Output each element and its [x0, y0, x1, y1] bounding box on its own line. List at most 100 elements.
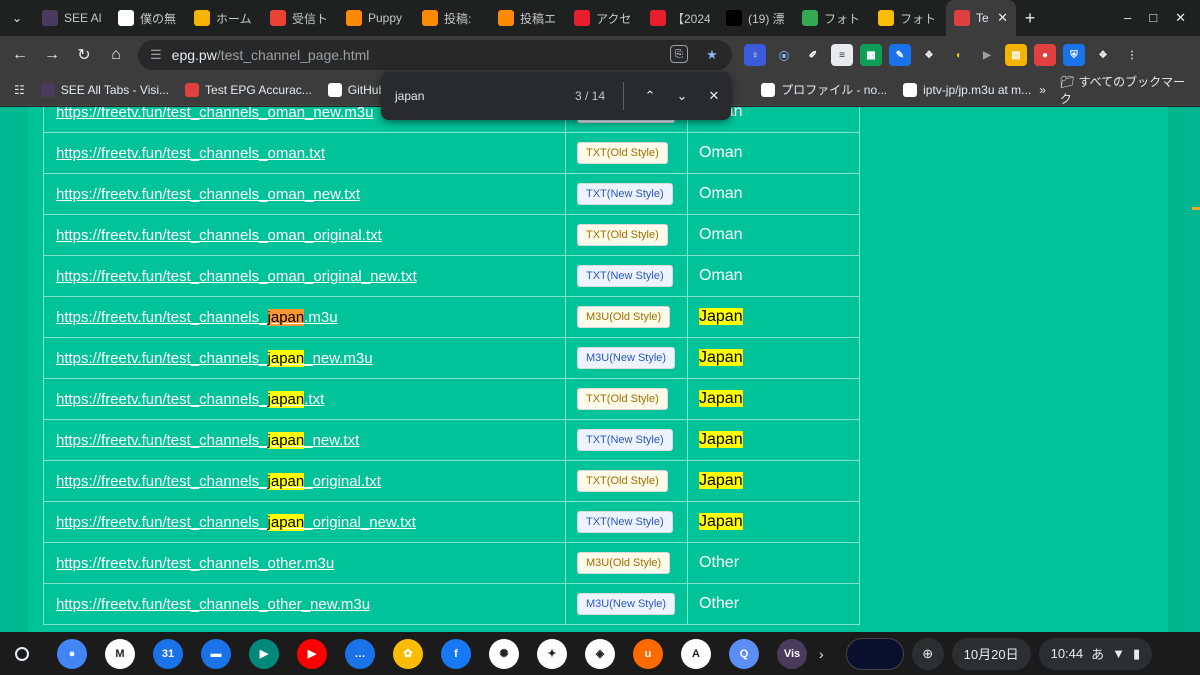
all-bookmarks-folder[interactable]: 📁︎ すべてのブックマーク [1060, 73, 1188, 107]
tab-7[interactable]: 投稿エ [490, 0, 566, 36]
tab-10[interactable]: (19) 漂 [718, 0, 794, 36]
facebook-icon[interactable]: f [441, 638, 471, 669]
extensions-puzzle-icon[interactable]: ❖ [1092, 44, 1114, 66]
maximize-icon[interactable]: □ [1149, 10, 1157, 26]
channel-link[interactable]: https://freetv.fun/test_channels_japan.m… [56, 308, 338, 326]
notify-extension-icon[interactable]: ● [1034, 44, 1056, 66]
app-glyph: ▶ [259, 648, 269, 660]
u-icon[interactable]: u [633, 638, 663, 669]
minimize-icon[interactable]: – [1124, 10, 1131, 26]
url-cell: https://freetv.fun/test_channels_oman.tx… [43, 132, 566, 174]
app-glyph: … [354, 647, 366, 660]
calendar-icon[interactable]: 31 [153, 638, 183, 669]
shelf-overflow-chevron-icon[interactable]: › [819, 646, 824, 662]
messages-icon[interactable]: … [345, 638, 375, 669]
find-close-icon[interactable]: ✕ [698, 88, 730, 104]
gmail-icon[interactable]: M [105, 638, 135, 669]
pacman-extension-icon[interactable]: ◖ [947, 44, 969, 66]
dropper-extension-icon[interactable]: ✐ [802, 44, 824, 66]
add-desk-icon[interactable]: ⊕ [911, 637, 944, 670]
forward-icon[interactable]: → [36, 39, 68, 71]
tab-8[interactable]: アクセ [566, 0, 642, 36]
tab-1[interactable]: SEE All [34, 0, 110, 36]
accessibility-extension-icon[interactable]: ♀ [744, 44, 766, 66]
channel-link[interactable]: https://freetv.fun/test_channels_other_n… [56, 596, 370, 613]
channel-link[interactable]: https://freetv.fun/test_channels_oman_ne… [56, 107, 373, 121]
toolbar: ← → ↻ ⌂ ☰ epg.pw/test_channel_page.html … [0, 36, 1200, 74]
shield-extension-icon[interactable]: ⛨ [1063, 44, 1085, 66]
clipboard-extension-icon[interactable]: ▤ [1005, 44, 1027, 66]
tab-label: Puppy [368, 11, 403, 25]
wifi-extension-icon[interactable]: ⦿ [773, 44, 795, 66]
channel-link[interactable]: https://freetv.fun/test_channels_japan_n… [56, 349, 373, 367]
channel-link[interactable]: https://freetv.fun/test_channels_japan_o… [56, 472, 381, 490]
tab-4[interactable]: 受信ト [262, 0, 338, 36]
bookmark-1[interactable]: SEE All Tabs - Visi... [33, 82, 177, 97]
channel-link[interactable]: https://freetv.fun/test_channels_japan_o… [56, 513, 416, 531]
media-thumbnail[interactable] [845, 637, 904, 670]
tab-3[interactable]: ホーム [186, 0, 262, 36]
app-icon[interactable]: ◈ [585, 638, 615, 669]
more-menu-icon[interactable]: ⋮ [1121, 44, 1143, 66]
bookmark-4[interactable]: プロファイル - no... [753, 81, 895, 98]
home-icon[interactable]: ⌂ [100, 39, 132, 71]
channel-link[interactable]: https://freetv.fun/test_channels_oman_or… [56, 268, 417, 285]
link-text-start: https://freetv.fun/test_channels_oman_or… [56, 226, 382, 244]
close-window-icon[interactable]: ✕ [1175, 10, 1186, 26]
new-tab-button[interactable]: + [1016, 8, 1044, 29]
play-extension-icon[interactable]: ▶ [976, 44, 998, 66]
tab-2[interactable]: 僕の無 [110, 0, 186, 36]
channel-link[interactable]: https://freetv.fun/test_channels_japan_n… [56, 431, 359, 449]
puzzle-piece-extension-icon[interactable]: ❖ [918, 44, 940, 66]
tab-search-chevron-icon[interactable]: ⌄ [0, 0, 34, 36]
apps-grid-icon[interactable]: ☷ [0, 83, 33, 97]
youtube-icon[interactable]: ▶ [297, 638, 327, 669]
find-input[interactable]: japan [395, 89, 575, 103]
tab-6[interactable]: 投稿: [414, 0, 490, 36]
bookmark-star-icon[interactable]: ★ [702, 45, 722, 65]
find-previous-icon[interactable]: ⌃ [634, 88, 666, 104]
page-translate-icon[interactable]: ⎘ [670, 45, 688, 63]
site-info-icon[interactable]: ☰ [150, 47, 162, 63]
meet-icon[interactable]: ▶ [249, 638, 279, 669]
tab-close-icon[interactable]: ✕ [997, 10, 1008, 26]
sparkle-icon[interactable]: ✦ [537, 638, 567, 669]
channel-link[interactable]: https://freetv.fun/test_channels_other.m… [56, 555, 334, 572]
tab-13[interactable]: Tes ✕ [946, 0, 1016, 36]
bookmark-label: GitHub [347, 82, 386, 97]
chrome-icon[interactable]: ● [57, 638, 87, 669]
launcher-icon[interactable] [7, 639, 37, 669]
channel-link[interactable]: https://freetv.fun/test_channels_japan.t… [56, 390, 324, 408]
link-text-start: https://freetv.fun/test_channels_ [56, 431, 268, 449]
tab-label: ホーム [216, 11, 252, 26]
tab-12[interactable]: フォト [870, 0, 946, 36]
region-cell: Oman [687, 132, 860, 174]
doc-extension-icon[interactable]: ≡ [831, 44, 853, 66]
tab-label: フォト [900, 11, 937, 26]
photos-icon[interactable]: ✿ [393, 638, 423, 669]
tab-5[interactable]: Puppy [338, 0, 414, 36]
reload-icon[interactable]: ↻ [68, 39, 100, 71]
date-display[interactable]: 10月20日 [951, 637, 1031, 670]
tab-9[interactable]: 【2024 [642, 0, 718, 36]
tab-11[interactable]: フォト [794, 0, 870, 36]
chevron-right-icon[interactable]: » [1039, 83, 1046, 97]
back-icon[interactable]: ← [4, 39, 36, 71]
files-icon[interactable]: ▬ [201, 638, 231, 669]
edit-extension-icon[interactable]: ✎ [889, 44, 911, 66]
channel-link[interactable]: https://freetv.fun/test_channels_oman.tx… [56, 145, 325, 162]
channel-link[interactable]: https://freetv.fun/test_channels_oman_or… [56, 227, 382, 244]
system-tray[interactable]: 10:44 あ ▼ ▮ [1038, 637, 1153, 670]
bookmark-2[interactable]: Test EPG Accurac... [177, 82, 320, 97]
bookmark-5[interactable]: iptv-jp/jp.m3u at m... [895, 82, 1039, 97]
app-glyph: A [692, 647, 700, 660]
chatgpt-icon[interactable]: ✺ [489, 638, 519, 669]
region-cell: Japan [687, 378, 860, 420]
q-icon[interactable]: Q [729, 638, 759, 669]
channel-link[interactable]: https://freetv.fun/test_channels_oman_ne… [56, 186, 360, 203]
find-next-icon[interactable]: ⌄ [666, 88, 698, 104]
address-bar[interactable]: ☰ epg.pw/test_channel_page.html ⎘ ★ [138, 40, 732, 70]
a-icon[interactable]: A [681, 638, 711, 669]
vis-icon[interactable]: Vis [777, 638, 807, 669]
sheet-extension-icon[interactable]: ▦ [860, 44, 882, 66]
